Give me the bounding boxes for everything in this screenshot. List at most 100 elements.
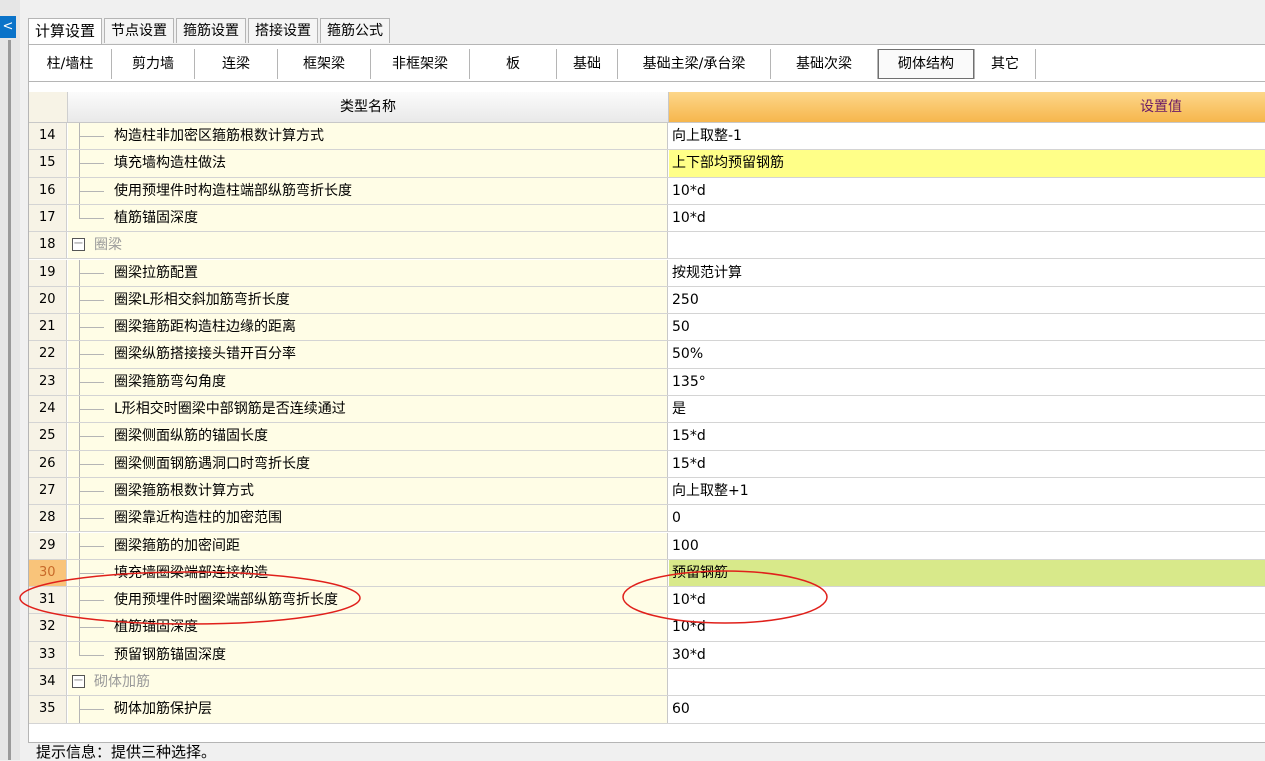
- table-row[interactable]: 15 填充墙构造柱做法 上下部均预留钢筋: [29, 150, 1265, 178]
- row-value-cell[interactable]: 10*d: [669, 178, 1265, 204]
- row-value-cell[interactable]: 135°: [669, 369, 1265, 395]
- collapse-group-icon[interactable]: −: [72, 674, 85, 688]
- tab-component-6[interactable]: 基础: [557, 49, 618, 79]
- row-value-cell[interactable]: 向上取整-1: [669, 123, 1265, 149]
- row-value-cell[interactable]: 是: [669, 396, 1265, 422]
- tab-component-5[interactable]: 板: [470, 49, 557, 79]
- table-row[interactable]: 28 圈梁靠近构造柱的加密范围 0: [29, 505, 1265, 533]
- tab-settings-2[interactable]: 箍筋设置: [176, 18, 247, 43]
- tab-component-10[interactable]: 其它: [975, 49, 1036, 79]
- table-row[interactable]: 19 圈梁拉筋配置 按规范计算: [29, 259, 1265, 287]
- tab-component-2[interactable]: 连梁: [195, 49, 278, 79]
- row-value-cell[interactable]: 预留钢筋: [669, 559, 1265, 587]
- row-name-cell[interactable]: 圈梁靠近构造柱的加密范围: [68, 505, 668, 532]
- row-name-label: 圈梁纵筋搭接接头错开百分率: [114, 346, 296, 363]
- row-value-cell[interactable]: 30*d: [669, 642, 1265, 668]
- row-name-cell[interactable]: 圈梁箍筋的加密间距: [68, 532, 668, 559]
- row-name-cell[interactable]: 填充墙圈梁端部连接构造: [68, 559, 668, 587]
- row-name-cell[interactable]: 植筋锚固深度: [68, 204, 668, 232]
- row-value-cell[interactable]: 按规范计算: [669, 260, 1265, 286]
- row-name-cell[interactable]: 预留钢筋锚固深度: [68, 641, 668, 668]
- tab-settings-1[interactable]: 节点设置: [104, 18, 175, 43]
- row-name-cell[interactable]: − 圈梁: [68, 232, 668, 259]
- tree-connector: [79, 190, 104, 192]
- row-name-label: 使用预埋件时构造柱端部纵筋弯折长度: [114, 182, 352, 199]
- row-name-cell[interactable]: 圈梁箍筋弯勾角度: [68, 368, 668, 395]
- tab-settings-4[interactable]: 箍筋公式: [320, 18, 391, 43]
- row-name-cell[interactable]: 圈梁箍筋根数计算方式: [68, 477, 668, 505]
- column-header-name[interactable]: 类型名称: [68, 92, 669, 122]
- tab-settings-3[interactable]: 搭接设置: [248, 18, 319, 43]
- row-number: 24: [29, 396, 67, 423]
- row-value-cell[interactable]: 0: [669, 505, 1265, 531]
- tree-connector: [79, 136, 104, 137]
- row-value-cell[interactable]: 15*d: [669, 423, 1265, 449]
- row-name-cell[interactable]: 构造柱非加密区箍筋根数计算方式: [68, 123, 668, 150]
- column-header-value[interactable]: 设置值: [669, 92, 1265, 122]
- tab-component-9[interactable]: 砌体结构: [878, 49, 975, 79]
- row-value-cell[interactable]: 60: [669, 696, 1265, 722]
- table-row[interactable]: 18− 圈梁: [29, 232, 1265, 260]
- row-value-cell[interactable]: 15*d: [669, 451, 1265, 477]
- table-row[interactable]: 17 植筋锚固深度 10*d: [29, 204, 1265, 233]
- table-row[interactable]: 35 砌体加筋保护层 60: [29, 696, 1265, 724]
- table-row[interactable]: 34− 砌体加筋: [29, 669, 1265, 697]
- table-row[interactable]: 32 植筋锚固深度 10*d: [29, 614, 1265, 642]
- tree-connector: [79, 518, 104, 520]
- table-row[interactable]: 21 圈梁箍筋距构造柱边缘的距离 50: [29, 314, 1265, 342]
- row-name-cell[interactable]: − 砌体加筋: [68, 669, 668, 696]
- row-name-label: 圈梁侧面钢筋遇洞口时弯折长度: [114, 455, 310, 472]
- tab-settings-0[interactable]: 计算设置: [28, 18, 103, 45]
- row-number: 28: [29, 505, 67, 532]
- row-value-cell[interactable]: 10*d: [669, 614, 1265, 640]
- row-name-cell[interactable]: 圈梁纵筋搭接接头错开百分率: [68, 341, 668, 368]
- table-row[interactable]: 22 圈梁纵筋搭接接头错开百分率 50%: [29, 341, 1265, 369]
- table-row[interactable]: 30 填充墙圈梁端部连接构造 预留钢筋: [29, 559, 1265, 588]
- table-row[interactable]: 27 圈梁箍筋根数计算方式 向上取整+1: [29, 477, 1265, 506]
- row-name-cell[interactable]: L形相交时圈梁中部钢筋是否连续通过: [68, 396, 668, 423]
- tree-connector: [79, 545, 104, 547]
- tab-component-0[interactable]: 柱/墙柱: [29, 49, 112, 79]
- row-number: 17: [29, 204, 67, 232]
- row-name-cell[interactable]: 圈梁侧面纵筋的锚固长度: [68, 423, 668, 450]
- row-value-cell[interactable]: 50: [669, 314, 1265, 340]
- row-name-cell[interactable]: 填充墙构造柱做法: [68, 150, 668, 177]
- table-row[interactable]: 31 使用预埋件时圈梁端部纵筋弯折长度 10*d: [29, 587, 1265, 615]
- row-name-cell[interactable]: 圈梁L形相交斜加筋弯折长度: [68, 286, 668, 314]
- row-name-cell[interactable]: 砌体加筋保护层: [68, 696, 668, 723]
- tab-component-3[interactable]: 框架梁: [278, 49, 371, 79]
- row-number: 14: [29, 123, 67, 150]
- tab-component-1[interactable]: 剪力墙: [112, 49, 195, 79]
- row-value-cell[interactable]: 10*d: [669, 205, 1265, 231]
- table-row[interactable]: 24 L形相交时圈梁中部钢筋是否连续通过 是: [29, 396, 1265, 424]
- table-row[interactable]: 20 圈梁L形相交斜加筋弯折长度 250: [29, 286, 1265, 315]
- collapse-panel-button[interactable]: <: [0, 16, 16, 38]
- row-name-cell[interactable]: 圈梁箍筋距构造柱边缘的距离: [68, 314, 668, 341]
- collapse-group-icon[interactable]: −: [72, 237, 85, 252]
- table-row[interactable]: 23 圈梁箍筋弯勾角度 135°: [29, 368, 1265, 396]
- tree-connector: [79, 490, 104, 492]
- row-value-cell[interactable]: [669, 669, 1265, 695]
- row-value-cell[interactable]: 10*d: [669, 587, 1265, 613]
- table-row[interactable]: 16 使用预埋件时构造柱端部纵筋弯折长度 10*d: [29, 177, 1265, 205]
- row-value-cell[interactable]: 向上取整+1: [669, 478, 1265, 504]
- tab-component-8[interactable]: 基础次梁: [771, 49, 878, 79]
- table-row[interactable]: 29 圈梁箍筋的加密间距 100: [29, 532, 1265, 560]
- table-row[interactable]: 14 构造柱非加密区箍筋根数计算方式 向上取整-1: [29, 123, 1265, 151]
- tab-component-4[interactable]: 非框架梁: [371, 49, 470, 79]
- row-value-cell[interactable]: [669, 232, 1265, 258]
- row-value-cell[interactable]: 上下部均预留钢筋: [669, 150, 1265, 177]
- table-row[interactable]: 33 预留钢筋锚固深度 30*d: [29, 641, 1265, 669]
- table-row[interactable]: 26 圈梁侧面钢筋遇洞口时弯折长度 15*d: [29, 450, 1265, 478]
- row-name-cell[interactable]: 圈梁拉筋配置: [68, 259, 668, 286]
- tab-component-7[interactable]: 基础主梁/承台梁: [618, 49, 771, 79]
- row-name-cell[interactable]: 植筋锚固深度: [68, 614, 668, 641]
- row-name-label: 填充墙构造柱做法: [114, 155, 226, 172]
- row-value-cell[interactable]: 250: [669, 287, 1265, 313]
- row-value-cell[interactable]: 50%: [669, 341, 1265, 367]
- row-name-cell[interactable]: 使用预埋件时构造柱端部纵筋弯折长度: [68, 177, 668, 204]
- table-row[interactable]: 25 圈梁侧面纵筋的锚固长度 15*d: [29, 423, 1265, 451]
- row-value-cell[interactable]: 100: [669, 533, 1265, 559]
- row-name-cell[interactable]: 圈梁侧面钢筋遇洞口时弯折长度: [68, 450, 668, 477]
- row-name-cell[interactable]: 使用预埋件时圈梁端部纵筋弯折长度: [68, 587, 668, 614]
